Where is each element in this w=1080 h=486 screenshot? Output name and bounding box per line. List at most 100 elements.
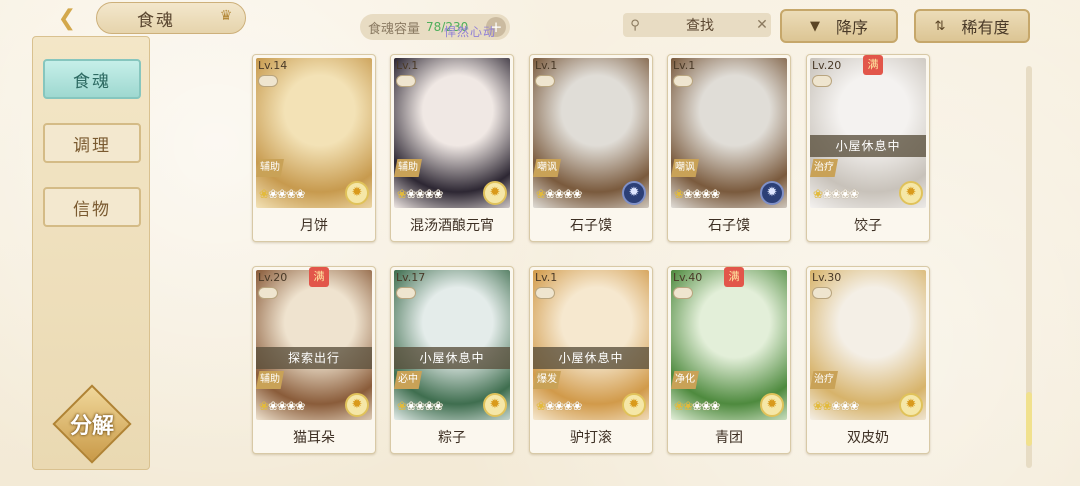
lock-pill-icon [812,287,832,299]
character-name: 石子馍 [570,218,612,234]
star-icon: ❀ [674,399,684,413]
tab-label: 调理 [73,135,111,156]
crown-icon[interactable]: ♛ [216,8,236,24]
character-name: 驴打滚 [570,430,612,446]
search-input[interactable]: ⚲ 查找 ✕ [623,13,771,37]
food-soul-card[interactable]: Lv.20 满小屋休息中 治疗 ❀❀❀❀❀ ✹ 饺子 [806,54,930,242]
role-badge: 辅助 [256,159,284,177]
star-icon: ❀ [840,399,850,413]
level-label: Lv.1 [396,59,419,72]
star-rating: ❀❀❀❀❀ [259,187,305,201]
star-icon: ❀ [259,399,269,413]
lock-pill-icon [812,75,832,87]
star-icon: ❀ [831,187,841,201]
status-badge: 小屋休息中 [394,347,510,369]
character-name: 石子馍 [708,218,750,234]
food-soul-card[interactable]: Lv.1 小屋休息中 爆发 ❀❀❀❀❀ ✹ 驴打滚 [529,266,653,454]
star-icon: ❀ [572,187,582,201]
star-icon: ❀ [813,399,823,413]
food-soul-card[interactable]: Lv.1 嘲讽 ❀❀❀❀❀ ✹ 石子馍 [667,54,791,242]
star-icon: ❀ [433,399,443,413]
decompose-button[interactable]: 分解 [47,384,137,464]
star-icon: ❀ [415,399,425,413]
light-element-icon: ✹ [483,393,507,417]
food-soul-card[interactable]: Lv.40 满净化 ❀❀❀❀❀ ✹ 青团 [667,266,791,454]
role-badge: 爆发 [533,371,561,389]
tab-label: 食魂 [73,71,111,92]
character-name: 粽子 [438,430,466,446]
star-icon: ❀ [406,399,416,413]
food-soul-card[interactable]: Lv.17 小屋休息中 必中 ❀❀❀❀❀ ✹ 粽子 [390,266,514,454]
food-soul-card[interactable]: Lv.30 治疗 ❀❀❀❀❀ ✹ 双皮奶 [806,266,930,454]
star-rating: ❀❀❀❀❀ [536,399,582,413]
light-element-icon: ✹ [760,393,784,417]
star-rating: ❀❀❀❀❀ [813,399,859,413]
food-soul-card[interactable]: Lv.14 辅助 ❀❀❀❀❀ ✹ 月饼 [252,54,376,242]
star-icon: ❀ [415,187,425,201]
star-icon: ❀ [701,399,711,413]
character-name: 月饼 [300,218,328,234]
lock-pill-icon [673,287,693,299]
star-icon: ❀ [554,399,564,413]
level-label: Lv.17 [396,271,426,284]
food-soul-card[interactable]: Lv.20 满探索出行 辅助 ❀❀❀❀❀ ✹ 猫耳朵 [252,266,376,454]
star-icon: ❀ [545,187,555,201]
food-soul-card[interactable]: Lv.1 辅助 ❀❀❀❀❀ ✹ 混汤酒酿元宵 [390,54,514,242]
character-name: 猫耳朵 [293,430,335,446]
role-badge: 辅助 [256,371,284,389]
status-badge: 小屋休息中 [533,347,649,369]
star-icon: ❀ [397,187,407,201]
sort-arrows-icon: ⇅ [934,18,946,34]
level-label: Lv.1 [673,59,696,72]
star-icon: ❀ [286,187,296,201]
star-icon: ❀ [840,187,850,201]
tab-tokens[interactable]: 信物 [43,187,141,227]
role-badge: 辅助 [394,159,422,177]
star-icon: ❀ [406,187,416,201]
lock-pill-icon [535,75,555,87]
star-icon: ❀ [813,187,823,201]
close-icon[interactable]: ✕ [753,17,771,33]
back-arrow-icon[interactable]: ❮ [50,4,84,32]
star-rating: ❀❀❀❀❀ [397,187,443,201]
sort-desc-button[interactable]: ▼ 降序 [780,9,898,43]
dark-element-icon: ✹ [760,181,784,205]
star-icon: ❀ [849,399,859,413]
star-icon: ❀ [295,187,305,201]
star-icon: ❀ [536,399,546,413]
level-label: Lv.1 [535,271,558,284]
star-icon: ❀ [683,187,693,201]
full-badge: 满 [309,267,329,287]
star-icon: ❀ [554,187,564,201]
star-icon: ❀ [259,187,269,201]
role-badge: 治疗 [810,159,838,177]
decompose-label: 分解 [69,414,114,439]
dark-element-icon: ✹ [622,181,646,205]
level-label: Lv.30 [812,271,842,284]
lock-pill-icon [535,287,555,299]
star-icon: ❀ [424,399,434,413]
scrollbar[interactable] [1026,66,1032,468]
character-name: 青团 [715,430,743,446]
star-icon: ❀ [710,399,720,413]
tab-food-soul[interactable]: 食魂 [43,59,141,99]
star-rating: ❀❀❀❀❀ [674,187,720,201]
star-icon: ❀ [536,187,546,201]
scroll-thumb[interactable] [1026,392,1032,446]
star-icon: ❀ [277,187,287,201]
role-badge: 必中 [394,371,422,389]
food-soul-card[interactable]: Lv.1 嘲讽 ❀❀❀❀❀ ✹ 石子馍 [529,54,653,242]
status-badge: 探索出行 [256,347,372,369]
star-icon: ❀ [849,187,859,201]
star-icon: ❀ [424,187,434,201]
capacity-label: 食魂容量 [368,21,421,37]
tab-conditioning[interactable]: 调理 [43,123,141,163]
star-rating: ❀❀❀❀❀ [674,399,720,413]
star-icon: ❀ [572,399,582,413]
star-icon: ❀ [822,187,832,201]
star-icon: ❀ [397,399,407,413]
level-label: Lv.20 [812,59,842,72]
star-icon: ❀ [277,399,287,413]
sort-rarity-button[interactable]: ⇅ 稀有度 [914,9,1030,43]
star-rating: ❀❀❀❀❀ [813,187,859,201]
